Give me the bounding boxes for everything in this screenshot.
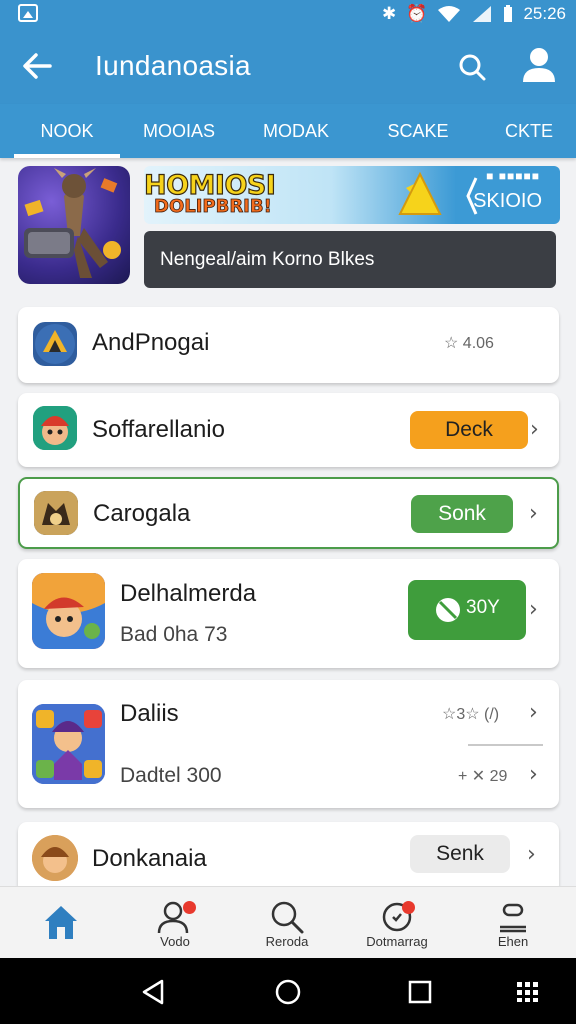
nav-dotmarrag[interactable]: Dotmarrag: [342, 887, 452, 959]
item-title: Daliis: [120, 700, 179, 727]
home-icon: [45, 906, 77, 939]
tab-ckte[interactable]: CKTE: [484, 104, 574, 158]
list-item[interactable]: Soffarellanio Deck ›: [18, 393, 559, 467]
status-icons: ✱ ⏰ 25:26: [382, 3, 566, 25]
system-home-icon[interactable]: [275, 979, 301, 1005]
tab-modak[interactable]: MODAK: [248, 104, 344, 158]
nav-vodo[interactable]: Vodo: [120, 887, 230, 959]
chevron-right-icon[interactable]: ›: [529, 762, 538, 787]
promo-price: SKIOIO: [473, 190, 542, 212]
app-icon: [32, 835, 78, 881]
alarm-icon: ⏰: [406, 4, 428, 23]
deck-button[interactable]: Deck: [410, 411, 528, 449]
notification-badge: [183, 901, 196, 914]
back-arrow-icon[interactable]: [22, 52, 54, 80]
sonk-button[interactable]: Sonk: [411, 495, 513, 533]
list-item[interactable]: Delhalmerda Bad 0ha 73 30Y ›: [18, 559, 559, 668]
nav-home[interactable]: [6, 887, 116, 959]
item-title: Carogala: [93, 500, 191, 527]
tab-scake[interactable]: SCAKE: [372, 104, 464, 158]
gallery-notification-icon: [18, 4, 38, 22]
item-subtitle: Dadtel 300: [120, 764, 222, 787]
senk-button[interactable]: Senk: [410, 835, 510, 873]
chevron-right-icon[interactable]: ›: [527, 842, 536, 867]
app-title: Iundanoasia: [95, 50, 251, 81]
item-title: Donkanaia: [92, 845, 207, 872]
category-tabs: NOOK MOOIAS MODAK SCAKE CKTE: [0, 104, 576, 158]
item-title: AndPnogai: [92, 329, 210, 356]
item-rating: ☆3☆ (/): [442, 706, 500, 723]
chevron-right-icon[interactable]: ›: [529, 501, 538, 526]
nav-label: Ehen: [497, 934, 529, 949]
list-item[interactable]: AndPnogai ☆ 4.06: [18, 307, 559, 383]
item-title: Delhalmerda: [120, 580, 257, 607]
status-time: 25:26: [523, 4, 566, 23]
item-subtitle: Bad 0ha 73: [120, 623, 228, 646]
app-icon: [32, 704, 105, 784]
search-icon: [271, 901, 304, 934]
chevron-right-icon[interactable]: ›: [529, 597, 538, 622]
nav-reroda[interactable]: Reroda: [232, 887, 342, 959]
chevron-right-icon[interactable]: ›: [530, 417, 539, 442]
app-bar: Iundanoasia: [0, 30, 576, 104]
app-icon: [32, 573, 105, 649]
divider: [468, 744, 543, 746]
app-icon: [33, 406, 77, 450]
nav-ehen[interactable]: Ehen: [458, 887, 568, 959]
item-stats: + ✕ 29: [458, 768, 508, 785]
nav-label: Reroda: [265, 934, 309, 949]
keyboard-switch-icon[interactable]: [516, 980, 540, 1004]
battery-icon: [504, 5, 513, 22]
system-back-icon[interactable]: [141, 979, 165, 1005]
list-item[interactable]: Carogala Sonk ›: [18, 477, 559, 549]
bottom-navigation: Vodo Reroda Dotmarrag Ehen: [0, 886, 576, 958]
promo-strip[interactable]: HOMIOSI DOLIPBRIB! ■ ■■■■■ SKIOIO: [143, 166, 560, 224]
promo-info: ■ ■■■■■: [486, 169, 540, 183]
item-title: Soffarellanio: [92, 416, 225, 443]
tab-nook[interactable]: NOOK: [14, 104, 120, 158]
account-icon[interactable]: [522, 47, 556, 83]
account-icon: [500, 903, 526, 933]
banner-caption: Nengeal/aim Korno Blkes: [144, 231, 556, 288]
notification-badge: [402, 901, 415, 914]
item-rating: ☆ 4.06: [444, 335, 494, 352]
list-item[interactable]: Donkanaia Senk ›: [18, 822, 559, 894]
signal-icon: [473, 6, 492, 22]
promo-subtitle: DOLIPBRIB!: [154, 196, 273, 218]
buy-button-label: 30Y: [466, 597, 500, 618]
nav-label: Dotmarrag: [366, 934, 428, 949]
blocked-icon: [436, 598, 460, 622]
bluetooth-icon: ✱: [382, 4, 397, 23]
status-bar: ✱ ⏰ 25:26: [0, 0, 576, 30]
trophy-icon: [398, 172, 442, 215]
system-navigation-bar: [0, 958, 576, 1024]
buy-button[interactable]: 30Y: [408, 580, 526, 640]
nav-label: Vodo: [160, 934, 190, 949]
chevron-right-icon[interactable]: ›: [529, 700, 538, 725]
list-item[interactable]: Daliis Dadtel 300 ☆3☆ (/) › + ✕ 29 ›: [18, 680, 559, 808]
featured-game-art: [18, 166, 130, 284]
search-icon[interactable]: [458, 53, 486, 81]
featured-banner[interactable]: HOMIOSI DOLIPBRIB! ■ ■■■■■ SKIOIO Nengea…: [18, 166, 560, 290]
wifi-icon: [438, 6, 461, 22]
app-icon: [33, 322, 77, 366]
tab-mooias[interactable]: MOOIAS: [128, 104, 230, 158]
app-icon: [34, 491, 78, 535]
system-recents-icon[interactable]: [408, 980, 432, 1004]
